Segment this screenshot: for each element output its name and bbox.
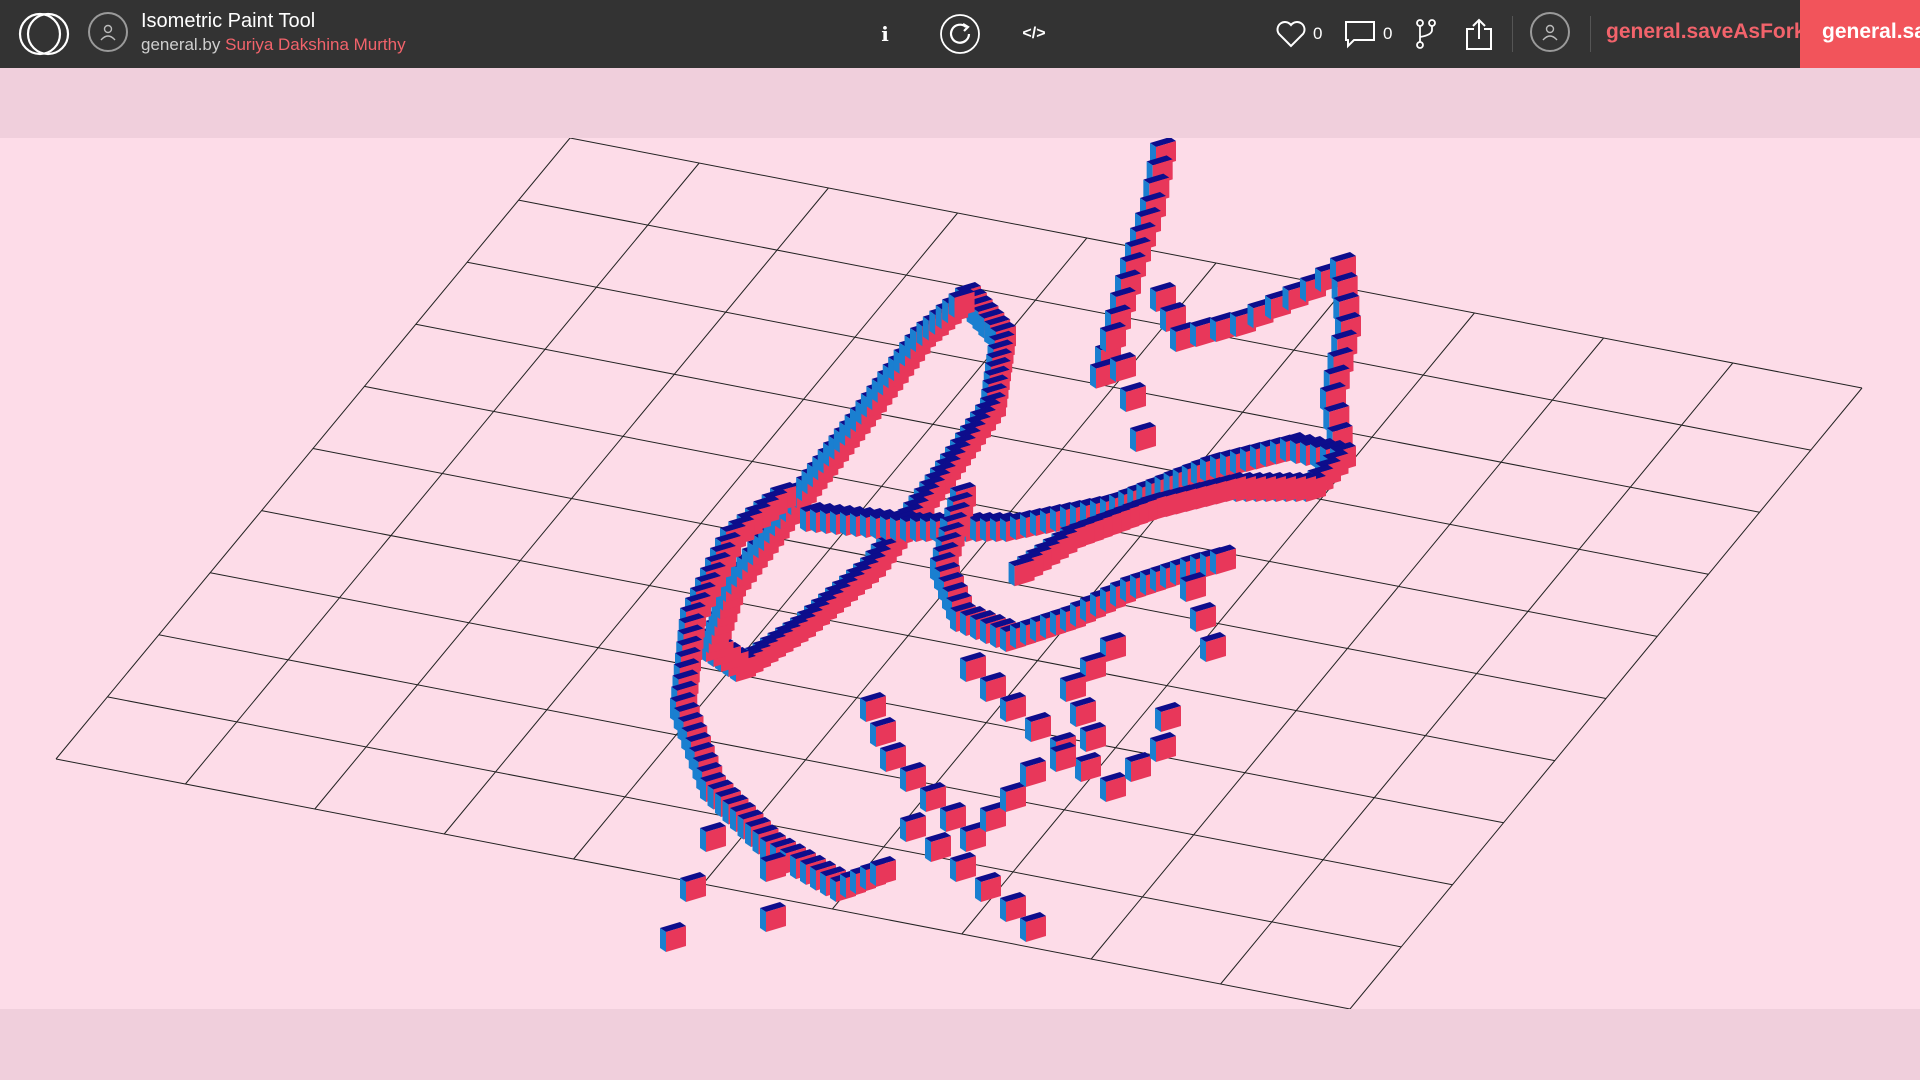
voxel-cube xyxy=(760,902,786,932)
page-band-top xyxy=(0,68,1920,138)
voxel-cube xyxy=(1200,632,1226,662)
heart-icon xyxy=(1276,21,1306,48)
share-icon xyxy=(1466,18,1492,50)
grid-line xyxy=(261,510,1555,762)
code-icon: </> xyxy=(1022,25,1046,42)
sketch-title: Isometric Paint Tool xyxy=(141,10,316,32)
info-button[interactable]: i xyxy=(870,18,900,50)
sketch-canvas[interactable] xyxy=(0,138,1920,1009)
author-avatar[interactable] xyxy=(88,12,128,52)
info-icon: i xyxy=(881,22,889,46)
comments-count: 0 xyxy=(1383,24,1393,43)
share-button[interactable] xyxy=(1462,16,1496,52)
save-button-label: general.save xyxy=(1822,20,1920,43)
user-avatar-icon xyxy=(100,24,116,41)
byline: general.by Suriya Dakshina Murthy xyxy=(141,33,406,57)
code-button[interactable]: </> xyxy=(1016,20,1052,48)
header-divider xyxy=(1590,16,1591,52)
replay-button[interactable] xyxy=(938,12,982,56)
voxel-cube xyxy=(1190,602,1216,632)
voxel-cube xyxy=(1008,556,1035,587)
voxel-cube xyxy=(1125,752,1151,782)
save-as-fork-link[interactable]: general.saveAsFork xyxy=(1606,20,1806,44)
header-divider xyxy=(1512,16,1513,52)
voxel-cube xyxy=(860,692,886,722)
fork-button[interactable] xyxy=(1410,16,1442,52)
voxel-cube xyxy=(975,872,1001,902)
grid-line xyxy=(210,572,1504,824)
replay-icon xyxy=(940,14,980,54)
voxel-cube xyxy=(700,822,726,852)
voxel-cube xyxy=(1155,702,1181,732)
grid-line xyxy=(1349,387,1863,1009)
openprocessing-logo-icon[interactable] xyxy=(18,12,72,56)
voxel-cube xyxy=(870,717,896,747)
voxel-cube xyxy=(900,812,926,842)
voxel-cube xyxy=(1070,697,1096,727)
isometric-scene xyxy=(55,138,1863,1009)
voxel-cube xyxy=(1130,422,1156,452)
voxel-cube xyxy=(1100,772,1126,802)
user-menu-button[interactable] xyxy=(1530,12,1570,52)
likes-count: 0 xyxy=(1313,24,1323,43)
voxel-cube xyxy=(660,922,686,952)
sketch-title-block: Isometric Paint Tool general.by Suriya D… xyxy=(141,9,406,57)
page-band-bottom xyxy=(0,1009,1920,1080)
voxel-cube xyxy=(1120,382,1146,412)
voxel-cube xyxy=(680,872,706,902)
author-link[interactable]: Suriya Dakshina Murthy xyxy=(225,35,405,54)
voxel-cube xyxy=(870,856,896,886)
voxel-cube xyxy=(1000,782,1026,812)
comment-button[interactable] xyxy=(1342,18,1378,50)
voxel-cube xyxy=(1150,732,1176,762)
voxel-cube xyxy=(1025,712,1051,742)
voxel-cube xyxy=(925,832,951,862)
voxel-cube xyxy=(1100,322,1126,352)
by-prefix: general.by xyxy=(141,35,221,54)
top-bar: Isometric Paint Tool general.by Suriya D… xyxy=(0,0,1920,68)
voxel-drawing xyxy=(660,138,1361,952)
voxel-cube xyxy=(1020,757,1046,787)
like-button[interactable] xyxy=(1274,18,1308,50)
voxel-cube xyxy=(1080,722,1106,752)
voxel-cube xyxy=(950,852,976,882)
comment-icon xyxy=(1345,21,1375,49)
save-button[interactable]: general.save xyxy=(1800,0,1920,68)
voxel-cube xyxy=(1060,672,1086,702)
user-avatar-icon xyxy=(1542,24,1558,41)
voxel-cube xyxy=(1075,752,1101,782)
fork-icon xyxy=(1416,19,1436,49)
